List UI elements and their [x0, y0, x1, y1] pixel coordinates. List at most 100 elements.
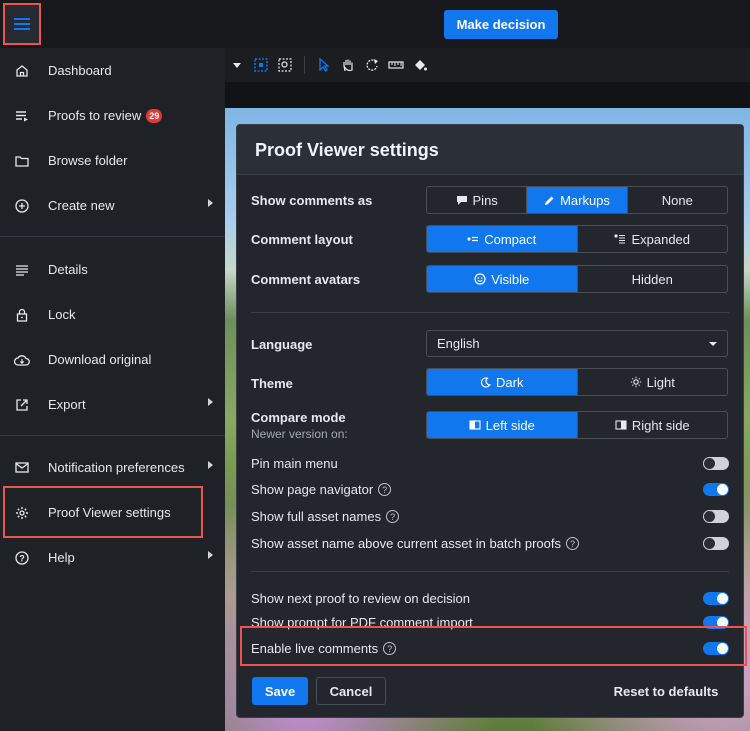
show-next-proof-label: Show next proof to review on decision	[251, 591, 470, 606]
nav-label: Create new	[48, 198, 115, 213]
chevron-right-icon	[208, 551, 213, 559]
main-menu-button[interactable]	[3, 3, 41, 45]
sun-icon	[630, 376, 641, 388]
chevron-right-icon	[208, 461, 213, 469]
nav-item-download-original[interactable]: Download original	[0, 337, 225, 382]
dialog-title: Proof Viewer settings	[255, 140, 439, 160]
rotate-icon[interactable]	[363, 56, 381, 74]
mail-icon	[13, 459, 31, 477]
toolbar-divider	[304, 56, 305, 74]
option-visible[interactable]: Visible	[427, 266, 578, 292]
make-decision-button[interactable]: Make decision	[444, 10, 558, 39]
option-hidden[interactable]: Hidden	[578, 266, 728, 292]
show-full-asset-names-toggle[interactable]	[703, 510, 729, 523]
plus-circle-icon	[13, 197, 31, 215]
show-asset-name-batch-toggle[interactable]	[703, 537, 729, 550]
comment-avatars-segmented: Visible Hidden	[426, 265, 728, 293]
pan-hand-icon[interactable]	[339, 56, 357, 74]
chevron-right-icon	[208, 199, 213, 207]
option-label: Expanded	[631, 231, 691, 247]
option-markups[interactable]: Markups	[527, 187, 628, 213]
show-comments-as-label: Show comments as	[251, 193, 373, 208]
option-dark[interactable]: Dark	[427, 369, 578, 395]
compare-mode-segmented: Left side Right side	[426, 411, 728, 439]
lock-icon	[13, 306, 31, 324]
option-light[interactable]: Light	[578, 369, 728, 395]
comment-layout-segmented: Compact Expanded	[426, 225, 728, 253]
nav-item-browse-folder[interactable]: Browse folder	[0, 138, 225, 183]
app-root: Make decision Dashboard Proofs to review…	[0, 0, 750, 731]
hamburger-icon	[14, 18, 30, 30]
help-circle-icon[interactable]: ?	[386, 510, 400, 523]
toggle-label: Show next proof to review on decision	[251, 591, 470, 606]
save-button[interactable]: Save	[252, 677, 308, 705]
option-label: Right side	[631, 417, 690, 433]
export-icon	[13, 396, 31, 414]
nav-label: Lock	[48, 307, 76, 322]
nav-item-lock[interactable]: Lock	[0, 292, 225, 337]
option-expanded[interactable]: Expanded	[578, 226, 728, 252]
menu-divider	[0, 236, 225, 237]
select-pointer-icon[interactable]	[315, 56, 333, 74]
color-fill-icon[interactable]	[411, 56, 429, 74]
help-circle-icon[interactable]: ?	[566, 537, 580, 550]
nav-item-dashboard[interactable]: Dashboard	[0, 48, 225, 93]
option-label: Markups	[560, 192, 610, 208]
cloud-download-icon	[13, 351, 31, 369]
nav-label: Export	[48, 397, 86, 412]
toggle-label: Pin main menu	[251, 456, 338, 471]
option-none[interactable]: None	[628, 187, 727, 213]
folder-icon	[13, 152, 31, 170]
ruler-icon[interactable]	[387, 56, 405, 74]
show-full-asset-names-label: Show full asset names ?	[251, 509, 400, 524]
nav-item-help[interactable]: ? Help	[0, 535, 225, 580]
viewer-toolbar	[225, 48, 750, 82]
expanded-list-icon	[614, 234, 626, 244]
nav-item-notification-preferences[interactable]: Notification preferences	[0, 445, 225, 490]
nav-label: Help	[48, 550, 75, 565]
dropdown-caret-icon[interactable]	[228, 56, 246, 74]
home-icon	[13, 62, 31, 80]
nav-item-details[interactable]: Details	[0, 247, 225, 292]
help-circle-icon[interactable]: ?	[378, 483, 392, 496]
right-side-icon	[615, 420, 627, 430]
nav-item-proofs-to-review[interactable]: Proofs to review 29	[0, 93, 225, 138]
nav-label: Browse folder	[48, 153, 128, 168]
toggle-knob	[717, 484, 728, 495]
option-label: Left side	[485, 417, 535, 433]
compact-list-icon	[467, 236, 479, 242]
cancel-button[interactable]: Cancel	[316, 677, 386, 705]
option-right-side[interactable]: Right side	[578, 412, 728, 438]
nav-item-create-new[interactable]: Create new	[0, 183, 225, 228]
pin-main-menu-label: Pin main menu	[251, 456, 338, 471]
nav-item-export[interactable]: Export	[0, 382, 225, 427]
help-icon: ?	[13, 549, 31, 567]
show-page-navigator-label: Show page navigator ?	[251, 482, 392, 497]
chevron-down-icon	[709, 342, 717, 346]
option-pins[interactable]: Pins	[427, 187, 528, 213]
option-compact[interactable]: Compact	[427, 226, 578, 252]
pencil-icon	[545, 196, 554, 205]
zoom-area-icon[interactable]	[276, 56, 294, 74]
moon-icon	[480, 376, 491, 388]
reset-to-defaults-button[interactable]: Reset to defaults	[601, 677, 731, 705]
comment-layout-label: Comment layout	[251, 232, 353, 247]
comment-pin-icon	[456, 195, 467, 205]
show-next-proof-toggle[interactable]	[703, 592, 729, 605]
svg-text:?: ?	[19, 553, 25, 563]
fit-screen-icon[interactable]	[252, 56, 270, 74]
toggle-knob	[704, 538, 715, 549]
main-menu: Dashboard Proofs to review 29 Browse fol…	[0, 48, 225, 731]
language-value: English	[437, 336, 480, 351]
pin-main-menu-toggle[interactable]	[703, 457, 729, 470]
toggle-knob	[704, 458, 715, 469]
language-select[interactable]: English	[426, 330, 728, 357]
toggle-knob	[704, 511, 715, 522]
highlight-enable-live-comments	[240, 626, 747, 666]
highlight-proof-viewer-settings	[3, 486, 203, 538]
show-page-navigator-toggle[interactable]	[703, 483, 729, 496]
compare-mode-sublabel: Newer version on:	[251, 427, 348, 441]
nav-label: Notification preferences	[48, 460, 185, 475]
option-left-side[interactable]: Left side	[427, 412, 578, 438]
toggle-label: Show full asset names	[251, 509, 382, 524]
